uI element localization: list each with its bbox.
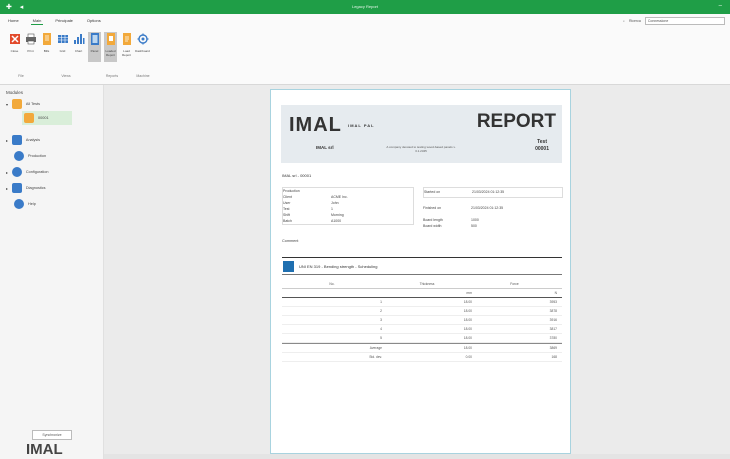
info-row: Batch A1000: [283, 219, 342, 223]
table-row: 2 18.00 3878: [282, 307, 562, 316]
gear-icon: [11, 167, 22, 177]
synchronize-button[interactable]: Synchronize: [32, 430, 72, 440]
left-info-box: Production Client ACME Inc. User John Test…: [282, 187, 414, 225]
sidebar-item-production[interactable]: Production: [14, 151, 46, 161]
comment-label: Comment: [282, 239, 299, 243]
grid-icon: [57, 35, 68, 43]
panel-icon: [90, 33, 99, 45]
dashboard-button[interactable]: Dashboard: [135, 32, 150, 62]
table-row: 1 18.00 3953: [282, 298, 562, 307]
sidebar-item-configuration[interactable]: ▸ Configuration: [6, 167, 49, 177]
group-reports: Reports: [105, 74, 119, 78]
bills-icon: [42, 33, 51, 45]
print-icon: [25, 33, 36, 45]
ribbon-groups: File Views Reports Machine: [6, 74, 158, 78]
search-area: ⌕ Ricerca Connessione: [623, 16, 725, 25]
search-label: Ricerca: [628, 18, 641, 23]
panel-button[interactable]: Panel: [88, 32, 101, 62]
group-views: Views: [61, 74, 71, 78]
report-icon: [106, 33, 115, 45]
report-number: 00001: [535, 146, 549, 152]
test-title: UNI EN 319 - Bending strength - Scheduli…: [299, 263, 378, 269]
help-icon: [14, 199, 24, 209]
close-button[interactable]: Close: [8, 32, 21, 62]
production-icon: [14, 151, 24, 161]
minimize-icon[interactable]: –: [719, 3, 722, 9]
chart-icon: [73, 34, 84, 44]
loaded-report-button[interactable]: Loaded Report: [104, 32, 117, 62]
title-bar: ✚ ◂ Legacy Report –: [0, 0, 730, 14]
imal-logo: IMAL: [26, 441, 63, 458]
menu-principale[interactable]: Principale: [53, 17, 75, 25]
sidebar-item-00001[interactable]: 00001: [24, 113, 49, 123]
ribbon: Home Main Principale Options ⌕ Ricerca C…: [0, 14, 730, 85]
report-icon: [24, 113, 34, 123]
test-section-header: UNI EN 319 - Bending strength - Scheduli…: [282, 257, 562, 275]
report-company: IMAL srl: [316, 145, 334, 150]
report-logo-small: IMAL PAL: [348, 123, 375, 129]
print-button[interactable]: Print: [24, 32, 37, 62]
sidebar: Modules ▾ All Tests 00001 ▸ Analysis Pro…: [0, 85, 104, 459]
table-footer-row: Average 18.00 3869: [282, 343, 562, 353]
expand-icon[interactable]: ▸: [6, 186, 8, 191]
search-icon: ⌕: [623, 18, 625, 23]
table-units: mm N: [282, 289, 562, 298]
report-header: IMAL IMAL PAL IMAL srl A company devoted…: [281, 105, 562, 163]
table-header: No. Thickness Force: [282, 280, 562, 289]
folder-icon: [11, 99, 22, 109]
report-title: REPORT: [476, 111, 556, 132]
chart-button[interactable]: Chart: [72, 32, 85, 62]
info-row: Started on 21/03/2024 01:12:35: [423, 187, 563, 198]
table-row: 4 18.00 3817: [282, 325, 562, 334]
report-logo: IMAL IMAL PAL: [289, 114, 375, 136]
info-row: Finished on 21/03/2024 01:12:35: [423, 206, 504, 210]
bills-button[interactable]: Bills: [40, 32, 53, 62]
table-row: 5 18.00 3780: [282, 334, 562, 343]
expand-icon[interactable]: ▸: [6, 170, 8, 175]
results-table: No. Thickness Force mm N 1 18.00 3953 2 18.…: [282, 280, 562, 362]
report-page: IMAL IMAL PAL IMAL srl A company devoted…: [270, 89, 571, 454]
group-machine: Machine: [136, 74, 150, 78]
table-row: 3 18.00 3916: [282, 316, 562, 325]
menu-bar: Home Main Principale Options: [6, 17, 103, 25]
expand-icon[interactable]: ▾: [6, 102, 8, 107]
sidebar-header: Modules: [6, 90, 24, 95]
window-title: Legacy Report: [351, 4, 378, 9]
expand-icon[interactable]: ▸: [6, 138, 8, 143]
test-icon: [283, 260, 294, 272]
load-report-icon: [122, 33, 131, 45]
report-ref: IMAL srl - 00001: [282, 173, 312, 178]
group-file: File: [18, 74, 24, 78]
table-footer-row: Std. dev. 0.00 168: [282, 353, 562, 362]
menu-options[interactable]: Options: [85, 17, 103, 25]
search-input[interactable]: Connessione: [644, 16, 725, 25]
sidebar-item-help[interactable]: Help: [14, 199, 36, 209]
sidebar-item-all-tests[interactable]: ▾ All Tests: [6, 99, 40, 109]
diagnostics-icon: [11, 183, 22, 193]
menu-home[interactable]: Home: [6, 17, 21, 25]
right-info-box: Started on 21/03/2024 01:12:35 Finished o…: [423, 187, 563, 229]
menu-main[interactable]: Main: [30, 17, 44, 25]
report-company-desc: A company devoted to testing wood-based …: [386, 145, 456, 153]
toolbar: Close Print Bills Grid Chart Panel Loade…: [8, 32, 150, 62]
close-icon: [9, 34, 20, 44]
sidebar-item-diagnostics[interactable]: ▸ Diagnostics: [6, 183, 46, 193]
load-report-button[interactable]: Load Report: [120, 32, 133, 62]
analysis-icon: [11, 135, 22, 145]
report-subtitle: Test 00001: [535, 139, 549, 152]
grid-button[interactable]: Grid: [56, 32, 69, 62]
status-bar: [104, 454, 730, 459]
info-row: Board width 500: [423, 224, 477, 228]
dashboard-icon: [137, 33, 148, 45]
sidebar-item-analysis[interactable]: ▸ Analysis: [6, 135, 40, 145]
